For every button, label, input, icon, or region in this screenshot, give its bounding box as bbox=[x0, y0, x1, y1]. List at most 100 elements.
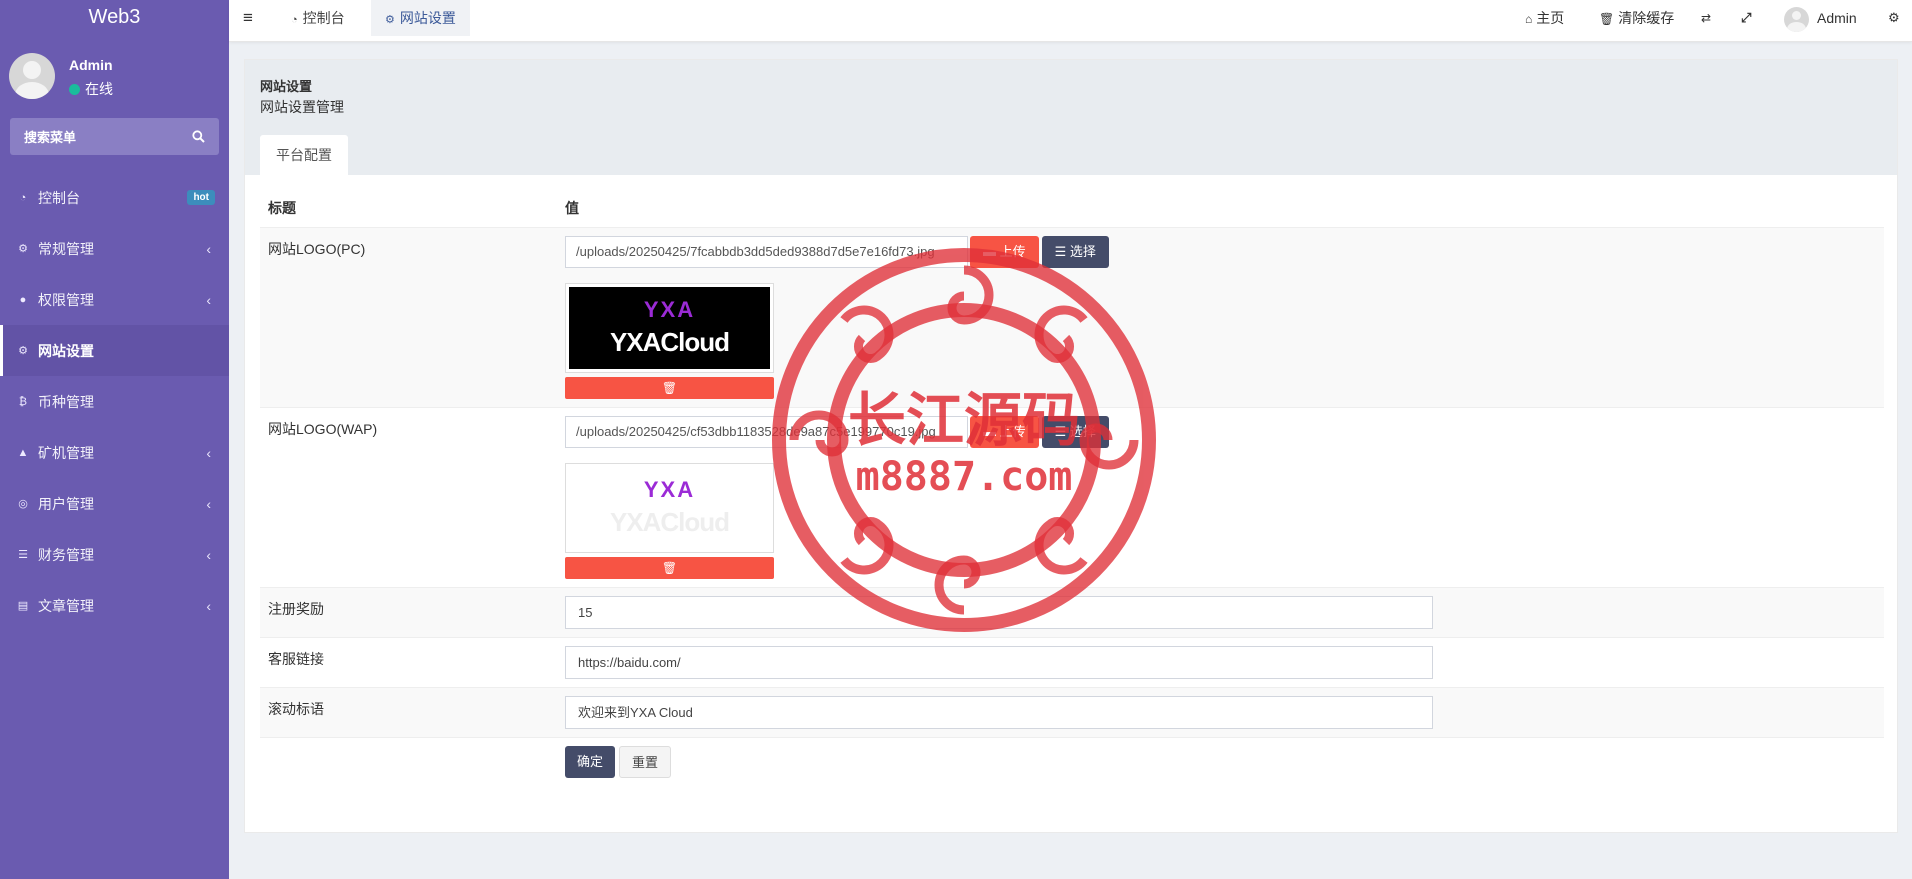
search-icon[interactable] bbox=[192, 130, 205, 143]
chevron-left-icon: ‹ bbox=[206, 496, 211, 512]
sidebar-item-label: 矿机管理 bbox=[38, 444, 94, 461]
tab-label: 控制台 bbox=[302, 10, 345, 26]
reset-button[interactable]: 重置 bbox=[619, 745, 672, 778]
sidebar: Web3 Admin 在线 搜索菜单 ◔ 控制台 hot ⚙ 常规管理 ‹ ● … bbox=[0, 0, 229, 879]
row-value: 15 bbox=[557, 587, 1884, 638]
chevron-left-icon: ‹ bbox=[206, 241, 211, 257]
search-menu-input[interactable]: 搜索菜单 bbox=[10, 118, 219, 155]
tab-site-settings[interactable]: ⚙ 网站设置 bbox=[371, 0, 470, 36]
cogs-icon: ⚙ bbox=[18, 345, 28, 357]
settings-cogs-icon[interactable]: ⚙ bbox=[1888, 0, 1900, 36]
logo-preview[interactable]: YXA YXACloud bbox=[565, 282, 774, 373]
delete-image-button[interactable]: 🗑 bbox=[565, 376, 774, 399]
header-user-name: Admin bbox=[1817, 10, 1857, 26]
sidebar-item-miners[interactable]: ▲ 矿机管理 ‹ bbox=[0, 427, 229, 478]
sidebar-item-permissions[interactable]: ● 权限管理 ‹ bbox=[0, 274, 229, 325]
watermark-stamp: 长江源码 m8887.com bbox=[772, 248, 1156, 632]
page-title: 网站设置 bbox=[260, 79, 313, 94]
trash-icon: 🗑 bbox=[1599, 12, 1615, 26]
sidebar-item-users[interactable]: ◎ 用户管理 ‹ bbox=[0, 478, 229, 529]
search-placeholder: 搜索菜单 bbox=[24, 130, 77, 145]
sidebar-item-dashboard[interactable]: ◔ 控制台 hot bbox=[0, 172, 229, 223]
logo-wordmark: YXACloud bbox=[609, 326, 730, 357]
brand-logo[interactable]: Web3 bbox=[0, 0, 229, 36]
hot-badge: hot bbox=[187, 190, 215, 205]
watermark-title: 长江源码 bbox=[848, 386, 1080, 454]
panel-heading: 网站设置 网站设置管理 平台配置 bbox=[245, 60, 1897, 175]
cogs-icon: ⚙ bbox=[18, 243, 28, 255]
database-icon: ☰ bbox=[18, 549, 28, 561]
submit-button[interactable]: 确定 bbox=[565, 745, 616, 778]
slogan-input[interactable]: 欢迎来到YXA Cloud bbox=[565, 695, 1433, 729]
users-icon: ● bbox=[19, 293, 27, 306]
clear-cache-button[interactable]: 🗑 清除缓存 bbox=[1599, 0, 1674, 36]
user-name: Admin bbox=[69, 57, 113, 73]
bitcoin-icon: ₿ bbox=[18, 395, 28, 408]
sidebar-item-label: 币种管理 bbox=[38, 393, 94, 410]
sidebar-item-label: 文章管理 bbox=[38, 597, 94, 614]
table-row: 滚动标语 欢迎来到YXA Cloud bbox=[260, 687, 1884, 738]
dashboard-icon: ◔ bbox=[19, 191, 27, 204]
clear-cache-label: 清除缓存 bbox=[1618, 10, 1675, 26]
row-value: https://baidu.com/ bbox=[557, 637, 1884, 688]
online-dot-icon bbox=[69, 83, 80, 95]
sidebar-item-currency[interactable]: ₿ 币种管理 bbox=[0, 376, 229, 427]
tab-platform-config[interactable]: 平台配置 bbox=[260, 135, 348, 175]
service-link-input[interactable]: https://baidu.com/ bbox=[565, 645, 1433, 679]
logo-mark: YXA bbox=[643, 296, 696, 322]
home-icon: ⌂ bbox=[1525, 12, 1533, 26]
chevron-left-icon: ‹ bbox=[206, 598, 211, 614]
avatar bbox=[1784, 6, 1809, 32]
home-link[interactable]: ⌂ 主页 bbox=[1525, 0, 1564, 36]
avatar bbox=[9, 53, 55, 99]
menu-toggle-icon[interactable]: ≡ bbox=[243, 8, 253, 28]
row-label: 客服链接 bbox=[260, 637, 557, 688]
tab-dashboard[interactable]: ◔ 控制台 bbox=[277, 0, 359, 36]
sidebar-item-label: 财务管理 bbox=[38, 546, 94, 563]
sidebar-item-general[interactable]: ⚙ 常规管理 ‹ bbox=[0, 223, 229, 274]
top-header: ≡ ◔ 控制台 ⚙ 网站设置 ⌂ 主页 🗑 清除缓存 ⇄ ⤢ Admin ⚙ bbox=[229, 0, 1912, 42]
row-label: 滚动标语 bbox=[260, 687, 557, 738]
column-header-value: 值 bbox=[557, 189, 1884, 228]
delete-image-button[interactable]: 🗑 bbox=[565, 556, 774, 579]
row-label bbox=[260, 737, 557, 786]
logo-mark: YXA bbox=[643, 476, 696, 502]
sidebar-item-label: 权限管理 bbox=[38, 291, 94, 308]
home-label: 主页 bbox=[1536, 10, 1565, 26]
translate-icon[interactable]: ⇄ bbox=[1701, 0, 1711, 36]
sidebar-item-site-settings[interactable]: ⚙ 网站设置 bbox=[0, 325, 229, 376]
logo-image: YXA YXACloud bbox=[569, 286, 770, 369]
logo-wordmark: YXACloud bbox=[609, 506, 730, 537]
sidebar-item-articles[interactable]: ▤ 文章管理 ‹ bbox=[0, 580, 229, 631]
header-user-menu[interactable]: Admin bbox=[1784, 0, 1857, 36]
row-value: 确定 重置 bbox=[557, 737, 1884, 786]
chevron-left-icon: ‹ bbox=[206, 445, 211, 461]
watermark-url: m8887.com bbox=[856, 454, 1073, 500]
row-value: /uploads/20250425/cf53dbb1183528de9a87c5… bbox=[557, 407, 1884, 588]
sidebar-item-label: 用户管理 bbox=[38, 495, 94, 512]
tab-label: 网站设置 bbox=[399, 10, 456, 26]
logo-image: YXA YXACloud bbox=[569, 466, 770, 549]
fullscreen-icon[interactable]: ⤢ bbox=[1741, 0, 1751, 36]
user-panel: Admin 在线 bbox=[0, 36, 229, 116]
table-row: 确定 重置 bbox=[260, 737, 1884, 786]
trash-icon: 🗑 bbox=[661, 380, 678, 395]
logo-preview[interactable]: YXA YXACloud bbox=[565, 462, 774, 553]
chevron-left-icon: ‹ bbox=[206, 292, 211, 308]
book-icon: ▤ bbox=[17, 600, 29, 612]
row-label: 网站LOGO(WAP) bbox=[260, 407, 557, 588]
table-row: 客服链接 https://baidu.com/ bbox=[260, 637, 1884, 688]
chevron-left-icon: ‹ bbox=[206, 547, 211, 563]
dashboard-icon: ◔ bbox=[291, 14, 298, 26]
sidebar-item-label: 网站设置 bbox=[38, 342, 94, 359]
row-value: 欢迎来到YXA Cloud bbox=[557, 687, 1884, 738]
instagram-icon: ◎ bbox=[18, 498, 28, 510]
user-status: 在线 bbox=[69, 79, 113, 99]
status-label: 在线 bbox=[85, 81, 113, 97]
cogs-icon: ⚙ bbox=[385, 14, 395, 26]
sidebar-item-finance[interactable]: ☰ 财务管理 ‹ bbox=[0, 529, 229, 580]
row-label: 网站LOGO(PC) bbox=[260, 227, 557, 408]
sidebar-item-label: 常规管理 bbox=[38, 240, 94, 257]
column-header-title: 标题 bbox=[260, 189, 557, 228]
binoculars-icon: ▲ bbox=[17, 446, 29, 459]
